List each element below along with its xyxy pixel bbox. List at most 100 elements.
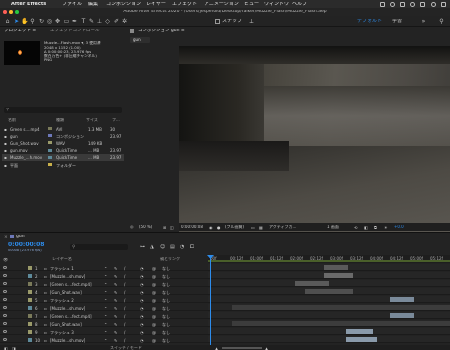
shy-switch-icon[interactable]: ⌃ (104, 266, 107, 271)
rotate-tool-icon[interactable]: ↻ (38, 18, 45, 25)
workspace-default[interactable]: デフォルト (357, 19, 382, 24)
shy-switch-icon[interactable]: ⌃ (104, 282, 107, 287)
layer-duration-bar[interactable] (232, 305, 450, 310)
fx-switch-icon[interactable]: ✎ (114, 266, 117, 271)
fx-switch-icon[interactable]: ✎ (114, 314, 117, 319)
project-item[interactable]: ▪ Gun_Shot.wav WAV 149 KB (2, 139, 124, 146)
type-tool-icon[interactable]: T (80, 18, 87, 25)
visibility-eye-icon[interactable] (3, 321, 7, 325)
visibility-eye-icon[interactable] (3, 313, 7, 317)
quality-switch-icon[interactable]: / (124, 314, 125, 319)
layer-row[interactable]: 5 ▫ フラッシュ 2 ⌃ ✎ / ◔ @ なし (0, 296, 208, 303)
shy-switch-icon[interactable]: ⌃ (104, 330, 107, 335)
menu-help[interactable]: ヘルプ (292, 2, 307, 7)
zoom-tool-icon[interactable]: ⚲ (29, 18, 36, 25)
parent-pickwhip-icon[interactable]: @ (152, 322, 156, 327)
shy-switch-icon[interactable]: ⌃ (104, 314, 107, 319)
fx-switch-icon[interactable]: ✎ (114, 338, 117, 343)
parent-dropdown[interactable]: なし (162, 314, 170, 320)
visibility-eye-icon[interactable] (3, 329, 7, 333)
layer-duration-bar[interactable] (324, 265, 349, 270)
menu-extras-icon[interactable] (441, 1, 446, 7)
project-item[interactable]: ▪ Green s....mp4 AVI 1.3 MB 30 (2, 125, 124, 132)
clone-stamp-tool-icon[interactable]: ⊥ (96, 18, 103, 25)
layer-search-input[interactable]: ⚲ (70, 244, 128, 250)
menu-animation[interactable]: アニメーション (204, 2, 239, 7)
roto-brush-tool-icon[interactable]: ✐ (113, 18, 120, 25)
layer-row[interactable]: 1 ▫ フラッシュ 1 ⌃ ✎ / ◔ @ なし (0, 264, 208, 271)
tab-project[interactable]: プロジェクト ≡ (4, 29, 36, 34)
layer-duration-bar[interactable] (345, 337, 378, 342)
item-label-color[interactable] (48, 141, 52, 145)
menu-edit[interactable]: 編集 (88, 2, 98, 7)
quality-switch-icon[interactable]: / (124, 274, 125, 279)
toggle-modes-icon[interactable]: ◨ (12, 346, 16, 350)
toggle-switches-icon[interactable]: ◧ (4, 346, 8, 350)
motion-blur-switch-icon[interactable]: ◔ (140, 306, 144, 311)
zoom-out-icon[interactable]: ▲ (215, 346, 218, 350)
project-search-input[interactable]: ⚲ (4, 107, 122, 113)
status-icon[interactable] (390, 1, 395, 7)
work-area-bar[interactable] (208, 260, 450, 262)
fx-switch-icon[interactable]: ✎ (114, 298, 117, 303)
layer-name[interactable]: [Green s....fect.mp4] (50, 314, 100, 319)
comp-subtab[interactable]: gun (130, 37, 150, 43)
mask-visibility-icon[interactable]: ◫ (170, 225, 174, 230)
parent-pickwhip-icon[interactable]: @ (152, 306, 156, 311)
home-icon[interactable]: ⌂ (4, 18, 11, 25)
brush-tool-icon[interactable]: ✎ (88, 18, 95, 25)
layer-name[interactable]: [Muzzle...sh.mov] (50, 274, 100, 279)
layer-label-color[interactable] (28, 289, 32, 294)
layer-label-color[interactable] (28, 337, 32, 342)
parent-dropdown[interactable]: なし (162, 306, 170, 312)
spotlight-icon[interactable] (431, 1, 436, 7)
fx-switch-icon[interactable]: ✎ (114, 330, 117, 335)
shy-switch-icon[interactable]: ⌃ (104, 306, 107, 311)
item-label-color[interactable] (48, 148, 52, 152)
layer-name[interactable]: フラッシュ 3 (50, 330, 100, 336)
col-name[interactable]: 名前 (8, 118, 16, 122)
close-tab-icon[interactable]: × (4, 235, 8, 240)
item-label-color[interactable] (48, 163, 52, 166)
menu-composition[interactable]: コンポジション (106, 2, 141, 7)
layer-name[interactable]: [Green s....fect.mp4] (50, 282, 100, 287)
resolution-dropdown[interactable]: (フル画質) (225, 225, 244, 229)
project-item[interactable]: ▪ Muzzle_...h.mov QuickTime ... MB 23.97 (2, 153, 124, 161)
layer-name[interactable]: [Gun_Shot.wav] (50, 322, 100, 327)
parent-dropdown[interactable]: なし (162, 282, 170, 288)
show-channel-icon[interactable]: ● (217, 225, 221, 230)
motion-blur-switch-icon[interactable]: ◔ (140, 338, 144, 343)
layer-name[interactable]: [Gun_Shot.wav] (50, 290, 100, 295)
exposure-icon[interactable]: ☀ (384, 225, 388, 230)
graph-editor-icon[interactable]: ⧠ (190, 244, 194, 250)
current-time-indicator[interactable] (210, 255, 211, 350)
parent-dropdown[interactable]: なし (162, 330, 170, 336)
motion-blur-switch-icon[interactable]: ◔ (140, 298, 144, 303)
parent-dropdown[interactable]: なし (162, 274, 170, 280)
shy-switch-icon[interactable]: ⌃ (104, 322, 107, 327)
menu-file[interactable]: ファイル (62, 2, 82, 7)
col-parent-link[interactable]: 親とリンク (160, 257, 180, 261)
lock-icon[interactable] (130, 29, 134, 33)
motion-blur-switch-icon[interactable]: ◔ (140, 330, 144, 335)
transparency-grid-icon[interactable]: ▦ (259, 225, 263, 230)
camera-tool-icon[interactable]: ◎ (46, 18, 53, 25)
visibility-eye-icon[interactable] (3, 289, 7, 293)
puppet-tool-icon[interactable]: ✲ (121, 18, 128, 25)
fx-switch-icon[interactable]: ✎ (114, 282, 117, 287)
eraser-tool-icon[interactable]: ◇ (104, 18, 111, 25)
layer-label-color[interactable] (28, 305, 32, 310)
pan-behind-tool-icon[interactable]: ✥ (54, 18, 61, 25)
draft-3d-icon[interactable]: ◮ (150, 244, 154, 250)
layer-row[interactable]: 9 ▫ フラッシュ 3 ⌃ ✎ / ◔ @ なし (0, 328, 208, 335)
layer-name[interactable]: [Muzzle...sh.mov] (50, 306, 100, 311)
quality-switch-icon[interactable]: / (124, 338, 125, 343)
item-label-color[interactable] (48, 155, 52, 159)
shy-switch-icon[interactable]: ⌃ (104, 274, 107, 279)
quality-switch-icon[interactable]: / (124, 282, 125, 287)
fx-switch-icon[interactable]: ✎ (114, 274, 117, 279)
menu-layer[interactable]: レイヤー (146, 2, 166, 7)
frame-blending-icon[interactable]: ▤ (170, 244, 175, 250)
workspace-menu-icon[interactable]: » (420, 18, 427, 25)
exposure-value[interactable]: +0.0 (394, 225, 404, 229)
